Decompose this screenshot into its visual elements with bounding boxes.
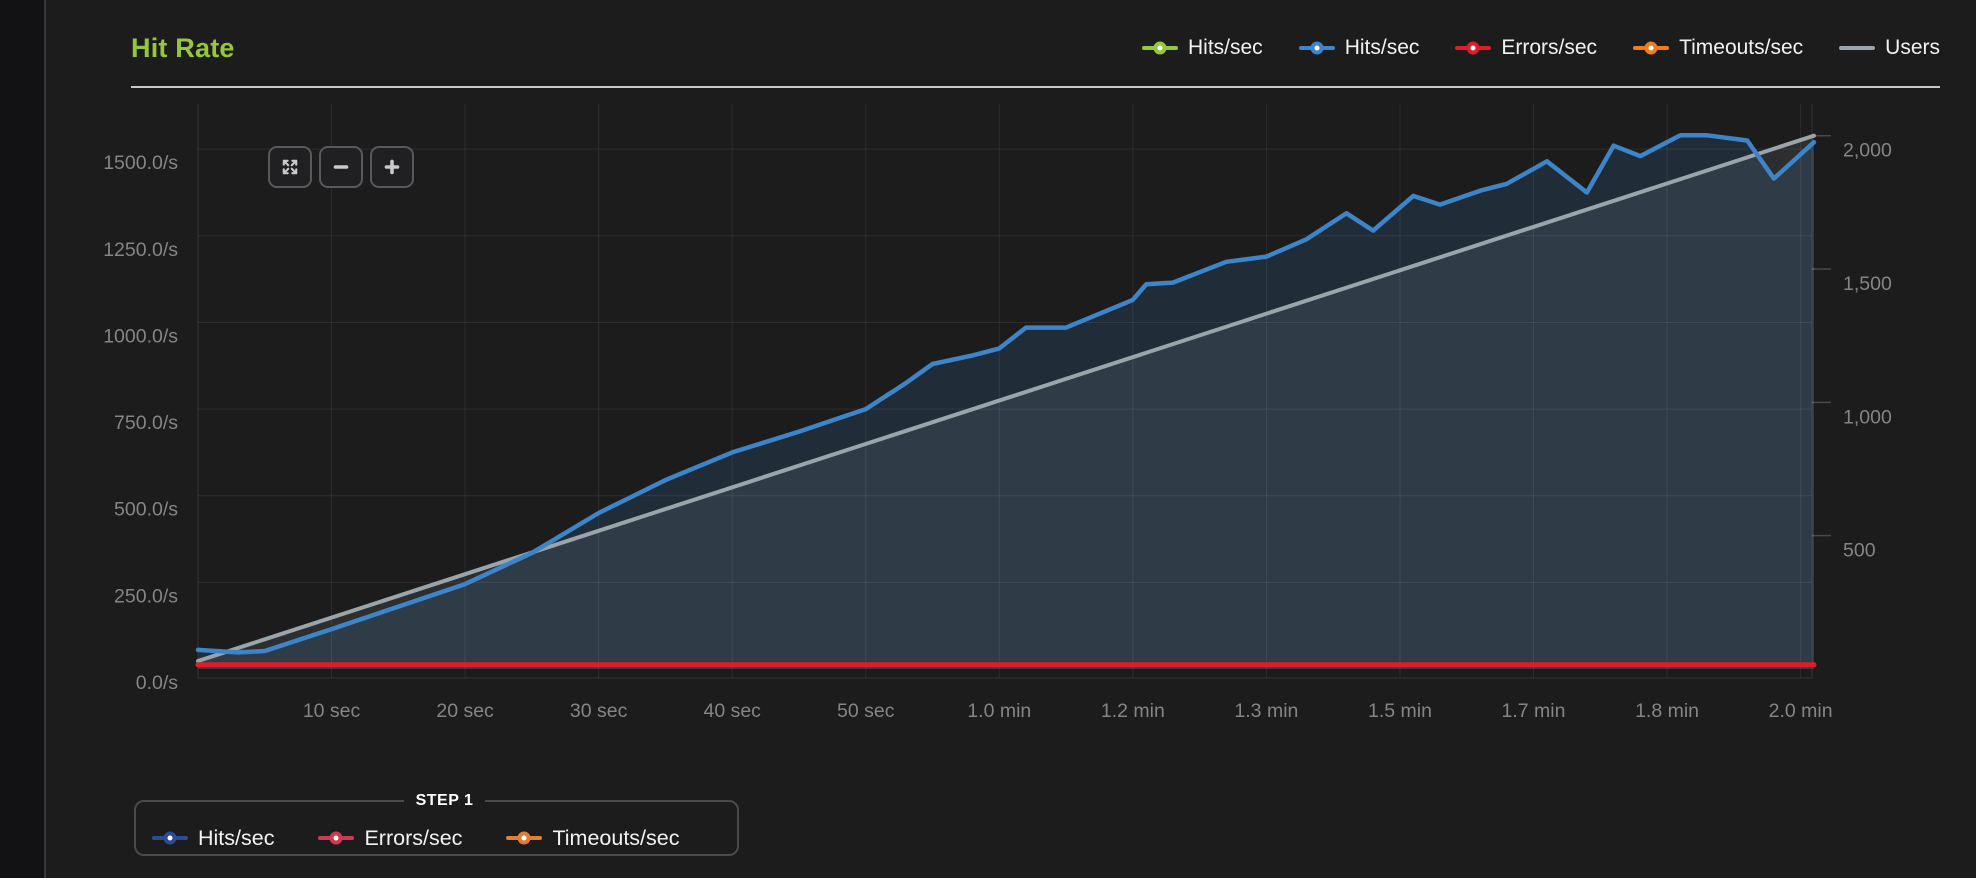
legend-label: Errors/sec xyxy=(1501,36,1597,60)
plus-icon xyxy=(382,157,402,177)
y-left-tick-label: 750.0/s xyxy=(114,412,178,434)
legend-item-hits-green[interactable]: Hits/sec xyxy=(1142,36,1263,60)
x-tick-label: 1.3 min xyxy=(1234,700,1298,722)
x-tick-label: 50 sec xyxy=(837,700,895,722)
timeouts-marker-icon xyxy=(506,836,542,840)
y-right-tick-label: 2,000 xyxy=(1843,140,1892,162)
chart-header: Hit Rate Hits/sec Hits/sec Errors/sec Ti… xyxy=(131,22,1940,74)
errors-marker-icon xyxy=(1455,46,1491,50)
x-tick-label: 1.2 min xyxy=(1101,700,1165,722)
page-title: Hit Rate xyxy=(131,33,235,64)
y-right-tick-label: 1,500 xyxy=(1843,273,1892,295)
hit-rate-panel: 1500.0/s 1250.0/s 1000.0/s 750.0/s 500.0/s 25… xyxy=(46,0,1976,878)
step-1-panel: STEP 1 Hits/sec Errors/sec Timeouts/sec xyxy=(134,792,739,856)
timeouts-marker-icon xyxy=(1633,46,1669,50)
step-legend-item-hits[interactable]: Hits/sec xyxy=(152,826,274,851)
header-divider xyxy=(131,86,1940,88)
hits-marker-icon xyxy=(152,836,188,840)
x-tick-label: 20 sec xyxy=(436,700,494,722)
chart-legend: Hits/sec Hits/sec Errors/sec Timeouts/se… xyxy=(1142,36,1940,60)
x-tick-label: 10 sec xyxy=(303,700,361,722)
y-left-tick-label: 500.0/s xyxy=(114,499,178,521)
users-marker-icon xyxy=(1839,46,1875,50)
legend-item-users[interactable]: Users xyxy=(1839,36,1940,60)
x-tick-label: 1.8 min xyxy=(1635,700,1699,722)
step-legend: Hits/sec Errors/sec Timeouts/sec xyxy=(152,816,737,860)
left-rail xyxy=(0,0,46,878)
y-left-tick-label: 250.0/s xyxy=(114,585,178,607)
minus-icon xyxy=(331,157,351,177)
x-tick-label: 1.7 min xyxy=(1502,700,1566,722)
step-legend-item-errors[interactable]: Errors/sec xyxy=(318,826,462,851)
hit-rate-chart: 1500.0/s 1250.0/s 1000.0/s 750.0/s 500.0/s 25… xyxy=(46,0,1976,878)
legend-item-errors[interactable]: Errors/sec xyxy=(1455,36,1597,60)
reset-zoom-button[interactable] xyxy=(268,146,312,188)
x-tick-label: 40 sec xyxy=(703,700,761,722)
zoom-controls xyxy=(268,146,414,188)
y-left-tick-label: 1250.0/s xyxy=(103,239,178,261)
step-legend-item-timeouts[interactable]: Timeouts/sec xyxy=(506,826,679,851)
errors-marker-icon xyxy=(318,836,354,840)
hits-green-marker-icon xyxy=(1142,46,1178,50)
zoom-in-button[interactable] xyxy=(370,146,414,188)
y-left-tick-label: 1000.0/s xyxy=(103,325,178,347)
legend-label: Hits/sec xyxy=(1188,36,1263,60)
y-left-tick-label: 1500.0/s xyxy=(103,152,178,174)
legend-label: Errors/sec xyxy=(364,826,462,851)
expand-arrows-icon xyxy=(280,157,300,177)
y-left-tick-label: 0.0/s xyxy=(136,672,179,694)
x-tick-label: 1.0 min xyxy=(967,700,1031,722)
hits-blue-marker-icon xyxy=(1299,46,1335,50)
x-tick-label: 30 sec xyxy=(570,700,628,722)
x-tick-label: 2.0 min xyxy=(1769,700,1833,722)
y-right-tick-label: 500 xyxy=(1843,540,1876,562)
legend-item-hits-blue[interactable]: Hits/sec xyxy=(1299,36,1420,60)
legend-label: Timeouts/sec xyxy=(1679,36,1803,60)
y-right-tick-label: 1,000 xyxy=(1843,406,1892,428)
step-panel-title: STEP 1 xyxy=(404,792,486,810)
x-tick-label: 1.5 min xyxy=(1368,700,1432,722)
legend-label: Hits/sec xyxy=(198,826,274,851)
legend-label: Users xyxy=(1885,36,1940,60)
zoom-out-button[interactable] xyxy=(319,146,363,188)
legend-label: Hits/sec xyxy=(1345,36,1420,60)
legend-item-timeouts[interactable]: Timeouts/sec xyxy=(1633,36,1803,60)
legend-label: Timeouts/sec xyxy=(552,826,679,851)
page-root: 1500.0/s 1250.0/s 1000.0/s 750.0/s 500.0/s 25… xyxy=(0,0,1976,878)
